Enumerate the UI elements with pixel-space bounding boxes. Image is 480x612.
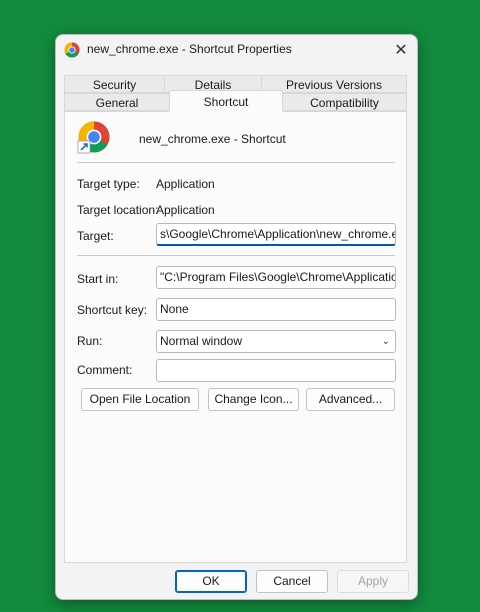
shortcut-key-field[interactable]: None (156, 298, 396, 321)
target-label: Target: (77, 229, 114, 243)
run-select[interactable]: Normal window ⌄ (156, 330, 396, 353)
shortcut-key-label: Shortcut key: (77, 303, 148, 317)
tab-compatibility[interactable]: Compatibility (282, 93, 407, 111)
change-icon-button[interactable]: Change Icon... (208, 388, 299, 411)
run-select-value: Normal window (160, 334, 243, 348)
target-location-label: Target location: (77, 203, 159, 217)
chrome-shortcut-icon (77, 121, 110, 154)
tab-security[interactable]: Security (64, 75, 165, 93)
shortcut-properties-dialog: new_chrome.exe - Shortcut Properties ✕ S… (55, 34, 418, 600)
start-in-field[interactable]: "C:\Program Files\Google\Chrome\Applicat… (156, 266, 396, 289)
window-title: new_chrome.exe - Shortcut Properties (87, 42, 292, 56)
comment-label: Comment: (77, 363, 133, 377)
target-type-label: Target type: (77, 177, 140, 191)
start-in-label: Start in: (77, 272, 119, 286)
close-button[interactable]: ✕ (385, 35, 417, 65)
chevron-down-icon: ⌄ (381, 336, 390, 347)
divider (77, 162, 395, 163)
target-field[interactable]: s\Google\Chrome\Application\new_chrome.e… (156, 223, 396, 246)
open-file-location-button[interactable]: Open File Location (81, 388, 199, 411)
run-label: Run: (77, 334, 103, 348)
advanced-button[interactable]: Advanced... (306, 388, 395, 411)
target-type-value: Application (156, 177, 215, 191)
apply-button[interactable]: Apply (337, 570, 409, 593)
tab-general[interactable]: General (64, 93, 170, 111)
target-location-value: Application (156, 203, 215, 217)
shortcut-name: new_chrome.exe - Shortcut (139, 132, 286, 146)
ok-button[interactable]: OK (175, 570, 247, 593)
chrome-icon (64, 42, 80, 58)
comment-field[interactable] (156, 359, 396, 382)
title-bar: new_chrome.exe - Shortcut Properties ✕ (56, 35, 417, 65)
shortcut-tab-panel: new_chrome.exe - Shortcut Target type: A… (64, 111, 407, 563)
divider (77, 255, 395, 256)
cancel-button[interactable]: Cancel (256, 570, 328, 593)
close-icon: ✕ (394, 42, 408, 59)
tab-shortcut[interactable]: Shortcut (169, 90, 283, 112)
